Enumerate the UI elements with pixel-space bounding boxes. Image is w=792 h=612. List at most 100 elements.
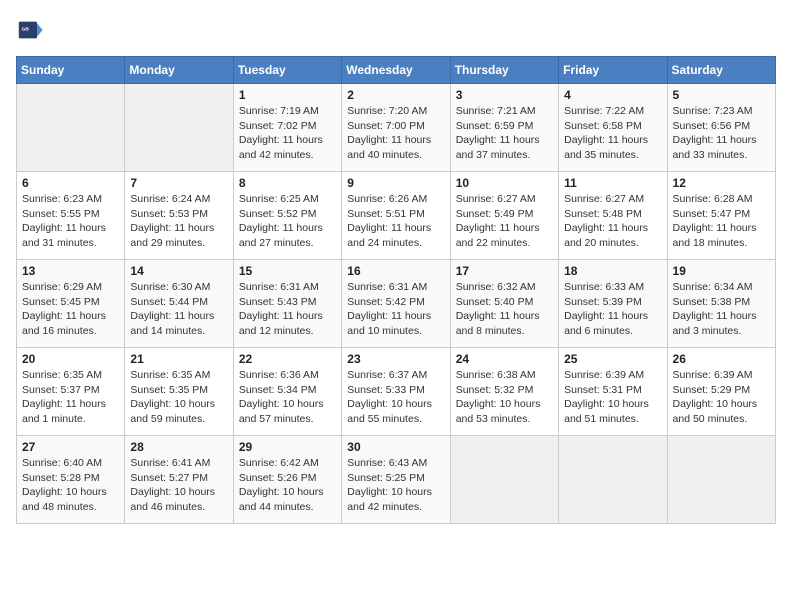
day-info: Sunrise: 6:32 AMSunset: 5:40 PMDaylight:… bbox=[456, 280, 553, 339]
calendar-cell: 3 Sunrise: 7:21 AMSunset: 6:59 PMDaylight… bbox=[450, 84, 558, 172]
calendar-cell: 27 Sunrise: 6:40 AMSunset: 5:28 PMDayligh… bbox=[17, 436, 125, 524]
day-info: Sunrise: 7:23 AMSunset: 6:56 PMDaylight:… bbox=[673, 104, 770, 163]
day-info: Sunrise: 6:37 AMSunset: 5:33 PMDaylight:… bbox=[347, 368, 444, 427]
day-info: Sunrise: 6:42 AMSunset: 5:26 PMDaylight:… bbox=[239, 456, 336, 515]
day-number: 2 bbox=[347, 88, 444, 102]
day-number: 25 bbox=[564, 352, 661, 366]
day-info: Sunrise: 6:39 AMSunset: 5:31 PMDaylight:… bbox=[564, 368, 661, 427]
calendar-cell: 4 Sunrise: 7:22 AMSunset: 6:58 PMDaylight… bbox=[559, 84, 667, 172]
day-info: Sunrise: 7:20 AMSunset: 7:00 PMDaylight:… bbox=[347, 104, 444, 163]
calendar-cell: 23 Sunrise: 6:37 AMSunset: 5:33 PMDayligh… bbox=[342, 348, 450, 436]
day-number: 12 bbox=[673, 176, 770, 190]
day-number: 17 bbox=[456, 264, 553, 278]
calendar-cell: 29 Sunrise: 6:42 AMSunset: 5:26 PMDayligh… bbox=[233, 436, 341, 524]
day-info: Sunrise: 6:28 AMSunset: 5:47 PMDaylight:… bbox=[673, 192, 770, 251]
weekday-header-saturday: Saturday bbox=[667, 57, 775, 84]
day-info: Sunrise: 6:31 AMSunset: 5:42 PMDaylight:… bbox=[347, 280, 444, 339]
calendar-cell bbox=[667, 436, 775, 524]
calendar-cell bbox=[450, 436, 558, 524]
weekday-header-monday: Monday bbox=[125, 57, 233, 84]
calendar-cell: 10Sunrise: 6:27 AMSunset: 5:49 PMDayligh… bbox=[450, 172, 558, 260]
calendar-cell: 2 Sunrise: 7:20 AMSunset: 7:00 PMDaylight… bbox=[342, 84, 450, 172]
weekday-row: SundayMondayTuesdayWednesdayThursdayFrid… bbox=[17, 57, 776, 84]
calendar-header: SundayMondayTuesdayWednesdayThursdayFrid… bbox=[17, 57, 776, 84]
day-info: Sunrise: 6:24 AMSunset: 5:53 PMDaylight:… bbox=[130, 192, 227, 251]
calendar-cell: 30 Sunrise: 6:43 AMSunset: 5:25 PMDayligh… bbox=[342, 436, 450, 524]
calendar-body: 1 Sunrise: 7:19 AMSunset: 7:02 PMDaylight… bbox=[17, 84, 776, 524]
calendar-cell: 6 Sunrise: 6:23 AMSunset: 5:55 PMDaylight… bbox=[17, 172, 125, 260]
day-info: Sunrise: 6:26 AMSunset: 5:51 PMDaylight:… bbox=[347, 192, 444, 251]
day-number: 16 bbox=[347, 264, 444, 278]
day-number: 18 bbox=[564, 264, 661, 278]
day-info: Sunrise: 6:35 AMSunset: 5:35 PMDaylight:… bbox=[130, 368, 227, 427]
weekday-header-thursday: Thursday bbox=[450, 57, 558, 84]
day-number: 29 bbox=[239, 440, 336, 454]
logo: GB bbox=[16, 16, 48, 44]
day-info: Sunrise: 7:19 AMSunset: 7:02 PMDaylight:… bbox=[239, 104, 336, 163]
day-number: 24 bbox=[456, 352, 553, 366]
calendar-cell: 7Sunrise: 6:24 AMSunset: 5:53 PMDaylight… bbox=[125, 172, 233, 260]
calendar-cell: 25 Sunrise: 6:39 AMSunset: 5:31 PMDayligh… bbox=[559, 348, 667, 436]
day-info: Sunrise: 6:34 AMSunset: 5:38 PMDaylight:… bbox=[673, 280, 770, 339]
calendar-week-5: 27 Sunrise: 6:40 AMSunset: 5:28 PMDayligh… bbox=[17, 436, 776, 524]
day-number: 27 bbox=[22, 440, 119, 454]
day-info: Sunrise: 6:31 AMSunset: 5:43 PMDaylight:… bbox=[239, 280, 336, 339]
calendar-cell: 15 Sunrise: 6:31 AMSunset: 5:43 PMDayligh… bbox=[233, 260, 341, 348]
day-number: 15 bbox=[239, 264, 336, 278]
day-number: 5 bbox=[673, 88, 770, 102]
day-info: Sunrise: 6:43 AMSunset: 5:25 PMDaylight:… bbox=[347, 456, 444, 515]
day-info: Sunrise: 7:21 AMSunset: 6:59 PMDaylight:… bbox=[456, 104, 553, 163]
day-number: 26 bbox=[673, 352, 770, 366]
day-info: Sunrise: 6:39 AMSunset: 5:29 PMDaylight:… bbox=[673, 368, 770, 427]
calendar-cell: 19Sunrise: 6:34 AMSunset: 5:38 PMDayligh… bbox=[667, 260, 775, 348]
day-number: 22 bbox=[239, 352, 336, 366]
day-number: 11 bbox=[564, 176, 661, 190]
day-info: Sunrise: 6:41 AMSunset: 5:27 PMDaylight:… bbox=[130, 456, 227, 515]
calendar-cell: 11 Sunrise: 6:27 AMSunset: 5:48 PMDayligh… bbox=[559, 172, 667, 260]
logo-icon: GB bbox=[16, 16, 44, 44]
day-number: 1 bbox=[239, 88, 336, 102]
day-info: Sunrise: 6:27 AMSunset: 5:49 PMDaylight:… bbox=[456, 192, 553, 251]
calendar-cell: 22Sunrise: 6:36 AMSunset: 5:34 PMDayligh… bbox=[233, 348, 341, 436]
day-info: Sunrise: 6:40 AMSunset: 5:28 PMDaylight:… bbox=[22, 456, 119, 515]
day-info: Sunrise: 6:30 AMSunset: 5:44 PMDaylight:… bbox=[130, 280, 227, 339]
day-number: 3 bbox=[456, 88, 553, 102]
calendar-cell: 8Sunrise: 6:25 AMSunset: 5:52 PMDaylight… bbox=[233, 172, 341, 260]
svg-text:GB: GB bbox=[22, 27, 30, 33]
day-number: 20 bbox=[22, 352, 119, 366]
page-header: GB bbox=[16, 16, 776, 44]
day-info: Sunrise: 6:38 AMSunset: 5:32 PMDaylight:… bbox=[456, 368, 553, 427]
day-info: Sunrise: 7:22 AMSunset: 6:58 PMDaylight:… bbox=[564, 104, 661, 163]
calendar-cell: 20Sunrise: 6:35 AMSunset: 5:37 PMDayligh… bbox=[17, 348, 125, 436]
calendar-cell: 1 Sunrise: 7:19 AMSunset: 7:02 PMDaylight… bbox=[233, 84, 341, 172]
day-info: Sunrise: 6:27 AMSunset: 5:48 PMDaylight:… bbox=[564, 192, 661, 251]
calendar-cell: 26 Sunrise: 6:39 AMSunset: 5:29 PMDayligh… bbox=[667, 348, 775, 436]
day-number: 4 bbox=[564, 88, 661, 102]
calendar-week-1: 1 Sunrise: 7:19 AMSunset: 7:02 PMDaylight… bbox=[17, 84, 776, 172]
day-number: 30 bbox=[347, 440, 444, 454]
calendar-table: SundayMondayTuesdayWednesdayThursdayFrid… bbox=[16, 56, 776, 524]
calendar-cell: 5 Sunrise: 7:23 AMSunset: 6:56 PMDaylight… bbox=[667, 84, 775, 172]
calendar-week-4: 20Sunrise: 6:35 AMSunset: 5:37 PMDayligh… bbox=[17, 348, 776, 436]
calendar-cell: 17 Sunrise: 6:32 AMSunset: 5:40 PMDayligh… bbox=[450, 260, 558, 348]
calendar-cell: 14 Sunrise: 6:30 AMSunset: 5:44 PMDayligh… bbox=[125, 260, 233, 348]
day-number: 6 bbox=[22, 176, 119, 190]
calendar-cell: 13 Sunrise: 6:29 AMSunset: 5:45 PMDayligh… bbox=[17, 260, 125, 348]
day-number: 14 bbox=[130, 264, 227, 278]
weekday-header-tuesday: Tuesday bbox=[233, 57, 341, 84]
calendar-cell bbox=[17, 84, 125, 172]
day-info: Sunrise: 6:29 AMSunset: 5:45 PMDaylight:… bbox=[22, 280, 119, 339]
day-number: 9 bbox=[347, 176, 444, 190]
calendar-cell: 12 Sunrise: 6:28 AMSunset: 5:47 PMDayligh… bbox=[667, 172, 775, 260]
day-number: 23 bbox=[347, 352, 444, 366]
calendar-cell: 24 Sunrise: 6:38 AMSunset: 5:32 PMDayligh… bbox=[450, 348, 558, 436]
weekday-header-friday: Friday bbox=[559, 57, 667, 84]
day-number: 8 bbox=[239, 176, 336, 190]
weekday-header-sunday: Sunday bbox=[17, 57, 125, 84]
calendar-cell bbox=[559, 436, 667, 524]
day-number: 13 bbox=[22, 264, 119, 278]
day-info: Sunrise: 6:23 AMSunset: 5:55 PMDaylight:… bbox=[22, 192, 119, 251]
day-info: Sunrise: 6:33 AMSunset: 5:39 PMDaylight:… bbox=[564, 280, 661, 339]
calendar-cell: 9 Sunrise: 6:26 AMSunset: 5:51 PMDaylight… bbox=[342, 172, 450, 260]
calendar-week-3: 13 Sunrise: 6:29 AMSunset: 5:45 PMDayligh… bbox=[17, 260, 776, 348]
